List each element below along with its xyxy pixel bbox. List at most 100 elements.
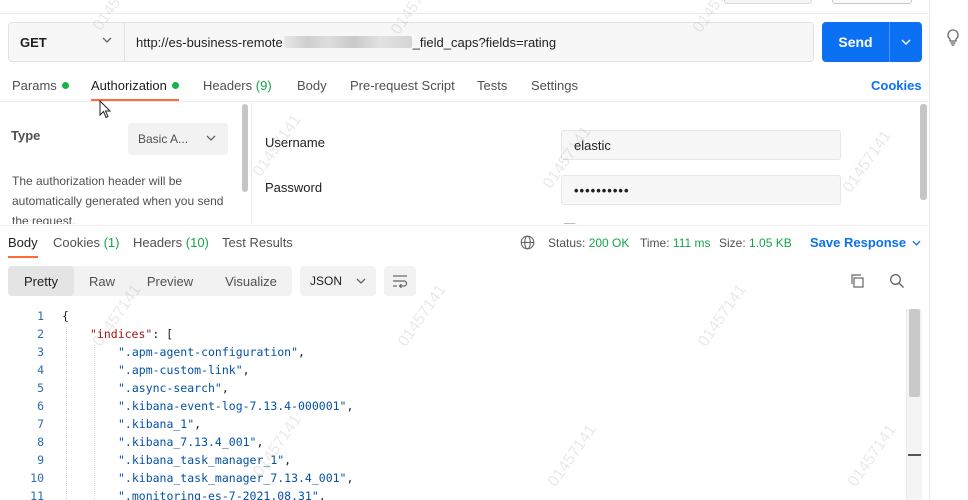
chevron-down-icon xyxy=(901,39,911,45)
request-tabs: Params Authorization Headers (9) Body Pr… xyxy=(0,72,928,102)
view-mode-pretty[interactable]: Pretty xyxy=(8,266,74,296)
response-tab-cookies[interactable]: Cookies (1) xyxy=(53,235,119,250)
lightbulb-icon[interactable] xyxy=(945,28,961,46)
indent-guide xyxy=(94,345,95,500)
json-punctuation: , xyxy=(298,345,305,359)
status-readout: Status: 200 OK xyxy=(548,236,629,250)
send-button[interactable]: Send xyxy=(822,22,922,62)
tab-settings[interactable]: Settings xyxy=(531,78,578,93)
method-select[interactable]: GET xyxy=(9,23,125,61)
search-icon[interactable] xyxy=(889,273,905,289)
top-toolbar-strip xyxy=(0,0,928,14)
response-tab-test-results[interactable]: Test Results xyxy=(222,235,293,250)
wrap-lines-button[interactable] xyxy=(384,266,416,296)
json-string: ".kibana-event-log-7.13.4-000001" xyxy=(118,399,347,413)
method-label: GET xyxy=(20,34,47,50)
tab-headers[interactable]: Headers (9) xyxy=(203,78,272,93)
url-suffix: _field_caps?fields=rating xyxy=(412,34,557,50)
tab-params[interactable]: Params xyxy=(12,78,69,93)
response-tab-test-results-label: Test Results xyxy=(222,235,293,250)
json-string: ".kibana_1" xyxy=(118,417,195,431)
line-number: 5 xyxy=(37,381,44,395)
line-number: 8 xyxy=(37,435,44,449)
tab-authorization[interactable]: Authorization xyxy=(91,78,179,93)
time-value: 111 ms xyxy=(672,236,711,250)
line-number: 3 xyxy=(37,345,44,359)
save-response-button[interactable]: Save Response xyxy=(810,235,921,250)
line-number: 11 xyxy=(30,489,44,500)
response-tab-body[interactable]: Body xyxy=(8,235,38,250)
tab-tests[interactable]: Tests xyxy=(477,78,507,93)
response-body-code[interactable]: 1{ 2 "indices": [ 3 ".apm-agent-configurat… xyxy=(0,309,922,500)
code-scrollbar-thumb[interactable] xyxy=(909,309,920,397)
json-string: ".kibana_task_manager_1" xyxy=(118,453,285,467)
json-string: ".apm-agent-configuration" xyxy=(118,345,299,359)
json-punctuation: , xyxy=(256,435,264,449)
size-value: 1.05 KB xyxy=(749,236,792,250)
send-options-button[interactable] xyxy=(890,22,922,62)
username-label: Username xyxy=(265,135,325,150)
url-prefix: http://es-business-remote xyxy=(136,34,283,50)
response-tab-cookies-label: Cookies xyxy=(53,235,100,250)
tab-pre-request-script[interactable]: Pre-request Script xyxy=(350,78,455,93)
size-readout[interactable]: Size: 1.05 KB xyxy=(719,236,792,250)
json-string: ".async-search" xyxy=(118,381,222,395)
globe-icon[interactable] xyxy=(520,235,535,250)
json-punctuation: , xyxy=(346,399,354,413)
code-line: 10 ".kibana_task_manager_7.13.4_001", xyxy=(0,471,906,489)
json-string: ".kibana_task_manager_7.13.4_001" xyxy=(118,471,347,485)
format-select[interactable]: JSON xyxy=(300,266,376,296)
tab-body-label: Body xyxy=(297,78,327,93)
code-text: { xyxy=(62,309,69,323)
wrap-lines-icon xyxy=(393,275,408,288)
json-punctuation: , xyxy=(284,453,292,467)
indent-guide xyxy=(66,327,67,500)
line-number: 6 xyxy=(37,399,44,413)
tab-headers-label: Headers xyxy=(203,78,253,93)
mouse-cursor-icon xyxy=(99,100,112,119)
json-string: ".monitoring-es-7-2021.08.31" xyxy=(118,489,319,500)
chevron-down-icon xyxy=(912,240,921,246)
json-punctuation: , xyxy=(242,363,250,377)
redacted-url-segment xyxy=(283,36,412,48)
tab-tests-label: Tests xyxy=(477,78,508,93)
line-number: 9 xyxy=(37,453,44,467)
code-line: 5 ".async-search", xyxy=(0,381,906,399)
copy-icon[interactable] xyxy=(849,273,865,289)
code-line: 1{ xyxy=(0,309,906,327)
code-line: 6 ".kibana-event-log-7.13.4-000001", xyxy=(0,399,906,417)
right-sidebar xyxy=(929,0,968,500)
line-number: 1 xyxy=(37,309,44,323)
chevron-down-icon xyxy=(102,37,112,43)
view-mode-preview[interactable]: Preview xyxy=(130,266,210,296)
auth-panel-scrollbar[interactable] xyxy=(242,104,248,192)
time-readout[interactable]: Time: 111 ms xyxy=(640,236,710,250)
code-line: 3 ".apm-agent-configuration", xyxy=(0,345,906,363)
auth-type-select[interactable]: Basic A... xyxy=(128,123,228,155)
toolbar-button[interactable] xyxy=(832,0,912,4)
active-indicator-dot xyxy=(61,82,69,89)
credentials-scrollbar[interactable] xyxy=(920,104,927,200)
response-tab-headers-count: (10) xyxy=(185,235,209,250)
save-response-label: Save Response xyxy=(810,235,907,250)
line-number: 7 xyxy=(37,417,44,431)
auth-credentials-panel: Username elastic Password •••••••••• xyxy=(253,103,929,224)
password-field[interactable]: •••••••••• xyxy=(561,175,841,205)
url-input[interactable]: http://es-business-remote _field_caps?fie… xyxy=(125,23,813,61)
view-mode-visualize[interactable]: Visualize xyxy=(210,266,292,296)
response-tab-headers-label: Headers xyxy=(133,235,183,250)
password-value: •••••••••• xyxy=(574,182,630,198)
code-line: 8 ".kibana_7.13.4_001", xyxy=(0,435,906,453)
format-value: JSON xyxy=(310,274,343,288)
line-number: 4 xyxy=(37,363,44,377)
auth-type-value: Basic A... xyxy=(138,132,189,146)
toolbar-button[interactable] xyxy=(724,0,812,4)
view-mode-raw[interactable]: Raw xyxy=(74,266,130,296)
response-tab-body-label: Body xyxy=(8,235,38,250)
code-line: 11 ".monitoring-es-7-2021.08.31", xyxy=(0,489,906,500)
response-tab-headers[interactable]: Headers (10) xyxy=(133,235,209,250)
cookies-link[interactable]: Cookies xyxy=(871,78,922,93)
tab-body[interactable]: Body xyxy=(297,78,327,93)
show-password-checkbox[interactable] xyxy=(563,223,576,224)
username-field[interactable]: elastic xyxy=(561,130,841,160)
